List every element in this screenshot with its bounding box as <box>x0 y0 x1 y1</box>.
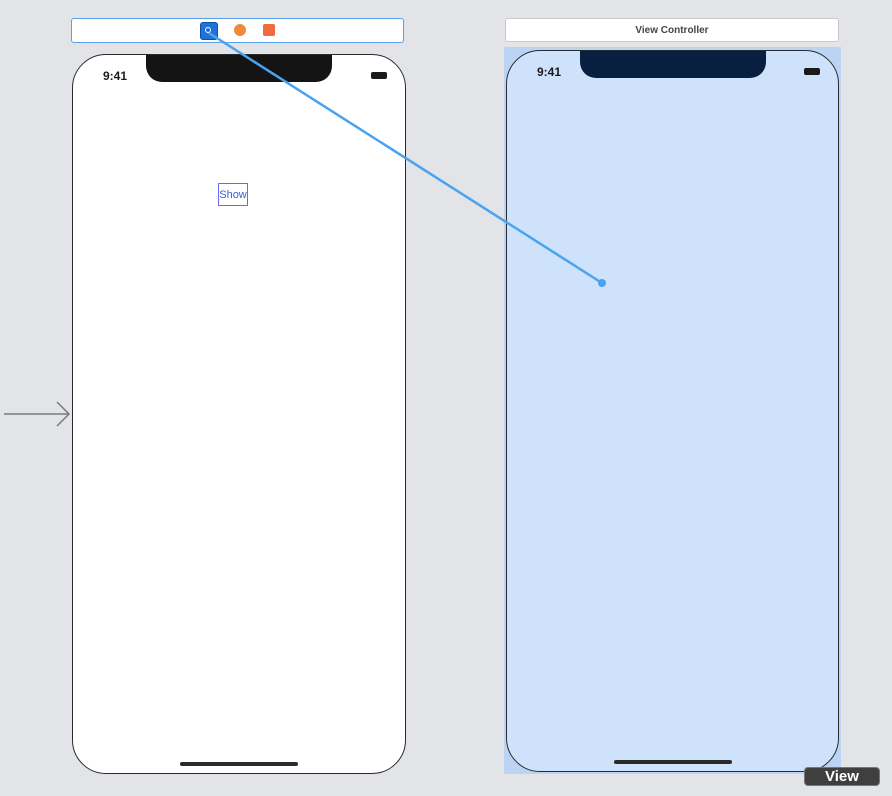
first-responder-icon[interactable] <box>234 24 246 36</box>
iphone-canvas-right[interactable]: 9:41 <box>506 50 839 772</box>
scene-dock-left[interactable] <box>71 18 404 43</box>
status-time: 9:41 <box>537 65 562 79</box>
show-button[interactable]: Show <box>218 183 248 206</box>
scene-title: View Controller <box>635 24 709 36</box>
entry-point-arrow-icon[interactable] <box>2 400 72 430</box>
device-notch <box>579 51 766 78</box>
home-indicator <box>613 760 732 764</box>
battery-icon <box>804 68 820 75</box>
view-controller-icon[interactable] <box>200 22 218 40</box>
view-badge: View <box>804 767 880 786</box>
exit-icon[interactable] <box>263 24 275 36</box>
scene-title-bar[interactable]: View Controller <box>505 18 839 42</box>
home-indicator <box>180 762 298 766</box>
iphone-canvas-left[interactable]: 9:41 Show <box>72 54 406 774</box>
device-notch <box>146 55 332 82</box>
battery-icon <box>371 72 387 79</box>
status-time: 9:41 <box>103 69 128 83</box>
